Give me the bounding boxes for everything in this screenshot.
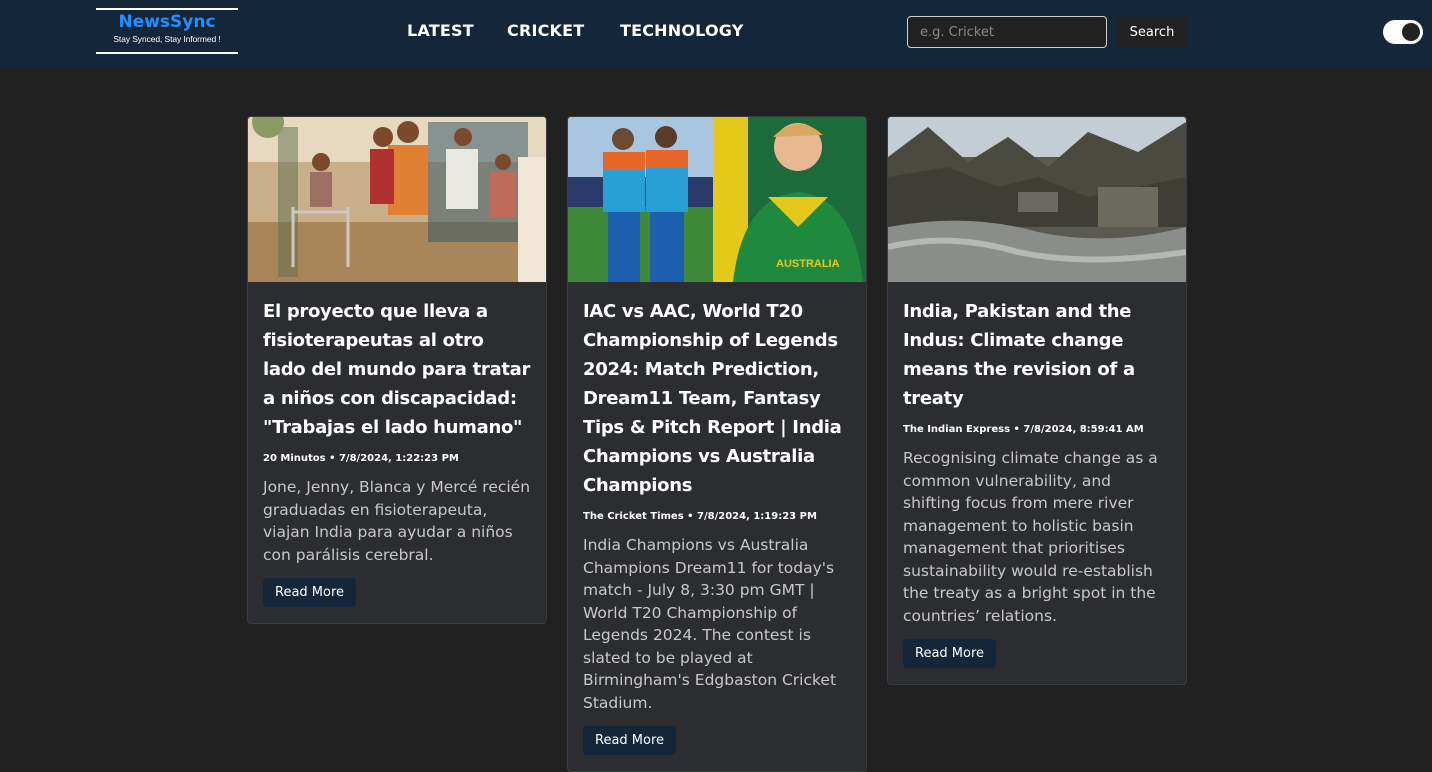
read-more-button[interactable]: Read More [263,578,357,607]
news-title[interactable]: IAC vs AAC, World T20 Championship of Le… [583,297,851,500]
toggle-knob [1402,23,1420,41]
news-description: India Champions vs Australia Champions D… [583,536,837,712]
news-meta: The Cricket Times • 7/8/2024, 1:19:23 PM [583,511,817,522]
svg-text:AUSTRALIA: AUSTRALIA [776,258,840,270]
news-image-river [888,117,1186,282]
news-card: AUSTRALIA IAC vs AAC, World T20 Champion… [567,116,867,772]
news-title[interactable]: El proyecto que lleva a fisioterapeutas … [263,297,531,442]
news-image-cricket: AUSTRALIA [568,117,866,282]
navbar: NewsSync Stay Synced, Stay Informed ! LA… [0,0,1432,68]
nav-link-latest[interactable]: LATEST [407,21,474,40]
news-card: El proyecto que lleva a fisioterapeutas … [247,116,547,624]
news-card: India, Pakistan and the Indus: Climate c… [887,116,1187,685]
search-input[interactable] [907,16,1107,48]
nav-link-cricket[interactable]: CRICKET [507,21,584,40]
nav-link-technology[interactable]: TECHNOLOGY [620,21,744,40]
news-meta: 20 Minutos • 7/8/2024, 1:22:23 PM [263,453,459,464]
brand-name: NewsSync [118,12,216,32]
news-image-children [248,117,546,282]
read-more-button[interactable]: Read More [903,639,997,668]
brand-tagline: Stay Synced, Stay Informed ! [113,34,221,44]
theme-toggle[interactable] [1383,20,1423,44]
news-meta: The Indian Express • 7/8/2024, 8:59:41 A… [903,424,1144,435]
news-description: Jone, Jenny, Blanca y Mercé recién gradu… [263,478,531,564]
search-button[interactable]: Search [1117,17,1187,47]
news-title[interactable]: India, Pakistan and the Indus: Climate c… [903,297,1171,413]
brand-logo[interactable]: NewsSync Stay Synced, Stay Informed ! [96,8,238,54]
news-description: Recognising climate change as a common v… [903,449,1158,625]
